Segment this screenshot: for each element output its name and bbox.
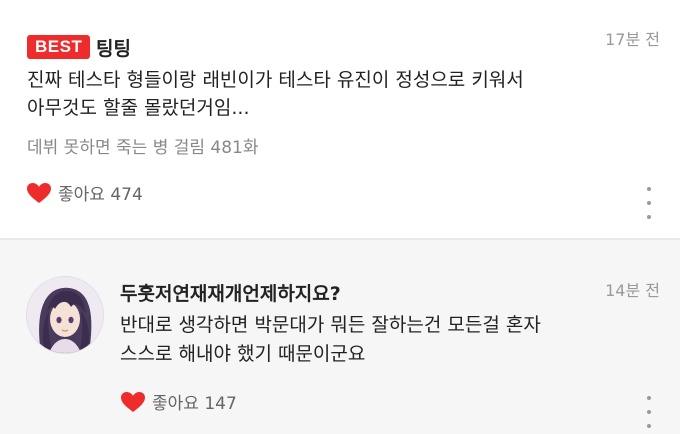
best-comment: BEST 팅팅 17분 전 진짜 테스타 형들이랑 래빈이가 테스타 유진이 정… bbox=[0, 0, 680, 238]
comment-time: 17분 전 bbox=[605, 30, 660, 49]
like-button[interactable]: 좋아요 147 bbox=[120, 389, 237, 414]
heart-icon bbox=[27, 182, 51, 203]
comment-time: 14분 전 bbox=[605, 281, 660, 300]
comment-body-line-1: 진짜 테스타 형들이랑 래빈이가 테스타 유진이 정성으로 키워서 bbox=[27, 69, 524, 91]
comment-body-line-2: 아무것도 할줄 몰랐던거임... bbox=[27, 97, 250, 119]
avatar[interactable] bbox=[26, 276, 104, 354]
anime-girl-avatar-icon bbox=[27, 277, 103, 353]
comment-body-line-1: 반대로 생각하면 박문대가 뭐든 잘하는건 모든걸 혼자 bbox=[120, 314, 541, 336]
best-badge: BEST bbox=[27, 35, 91, 59]
webtoon-episode-link[interactable]: 데뷔 못하면 죽는 병 걸림 481화 bbox=[27, 133, 259, 158]
like-count: 좋아요 147 bbox=[152, 394, 237, 414]
like-button[interactable]: 좋아요 474 bbox=[26, 180, 143, 205]
comment-author[interactable]: 팅팅 bbox=[96, 34, 131, 61]
like-count: 좋아요 474 bbox=[58, 185, 143, 205]
comment-body-line-2: 스스로 해내야 했기 때문이군요 bbox=[120, 343, 366, 365]
more-options-icon[interactable] bbox=[642, 187, 656, 219]
comment-author[interactable]: 두훗저연재재개언제하지요? bbox=[120, 279, 341, 306]
more-options-icon[interactable] bbox=[642, 396, 656, 428]
heart-icon bbox=[121, 391, 145, 412]
